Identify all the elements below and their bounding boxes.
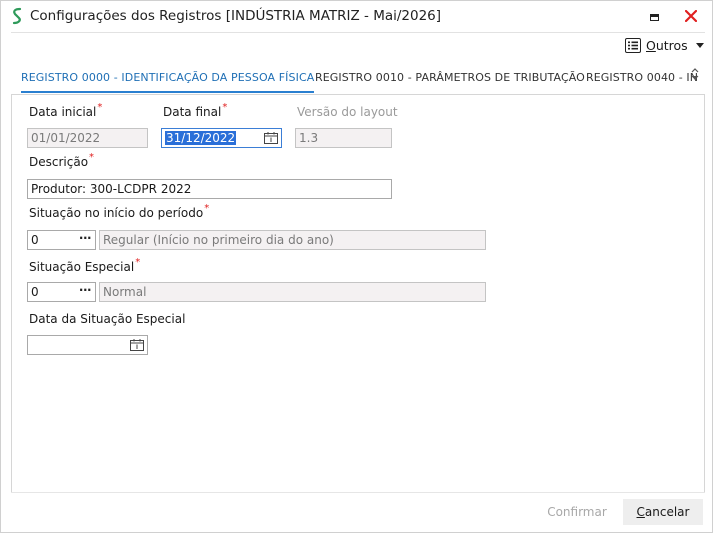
data-situacao-especial-field[interactable] (27, 335, 148, 355)
required-marker: * (97, 102, 103, 113)
situacao-especial-code-field[interactable]: 0 ··· (27, 282, 96, 302)
outros-menu-button[interactable]: Outros (625, 35, 704, 55)
outros-label: Outros (646, 37, 688, 53)
versao-layout-field: 1.3 (295, 128, 392, 148)
cancel-button[interactable]: Cancelar (623, 499, 703, 525)
situacao-especial-label: Situação Especial* (29, 257, 141, 274)
list-icon (625, 37, 641, 53)
situacao-especial-description: Normal (99, 282, 486, 302)
tab-registro-0040[interactable]: REGISTRO 0040 - IN (586, 63, 698, 93)
situacao-inicio-label: Situação no início do período* (29, 203, 210, 220)
tab-bar: REGISTRO 0000 - IDENTIFICAÇÃO DA PESSOA … (11, 63, 705, 93)
required-marker: * (222, 102, 228, 113)
descricao-label: Descrição* (29, 152, 95, 169)
tab-registro-0000[interactable]: REGISTRO 0000 - IDENTIFICAÇÃO DA PESSOA … (21, 63, 315, 93)
data-final-field[interactable]: 31/12/2022 (161, 128, 282, 148)
window-title: Configurações dos Registros [INDÚSTRIA M… (30, 8, 442, 24)
footer-divider (11, 492, 705, 493)
title-bar: Configurações dos Registros [INDÚSTRIA M… (1, 1, 712, 31)
toolbar-divider (11, 32, 705, 33)
minimize-icon (650, 14, 659, 21)
calendar-icon[interactable] (130, 339, 144, 351)
required-marker: * (135, 257, 141, 268)
form-panel: Data inicial* Data final* Versão do layo… (11, 94, 705, 493)
close-button[interactable] (676, 3, 706, 29)
data-inicial-field[interactable]: 01/01/2022 (27, 128, 148, 148)
tab-registro-0010[interactable]: REGISTRO 0010 - PARÂMETROS DE TRIBUTAÇÃO (315, 63, 585, 93)
chevron-down-icon (695, 42, 704, 48)
situacao-especial-lookup-button[interactable]: ··· (76, 283, 94, 301)
required-marker: * (204, 203, 210, 214)
data-situacao-especial-label: Data da Situação Especial (29, 312, 186, 326)
descricao-field[interactable]: Produtor: 300-LCDPR 2022 (27, 179, 392, 199)
required-marker: * (89, 152, 95, 163)
app-logo-icon (12, 7, 22, 25)
dialog-window: Configurações dos Registros [INDÚSTRIA M… (0, 0, 713, 533)
minimize-button[interactable] (642, 3, 668, 29)
confirm-button[interactable]: Confirmar (537, 499, 617, 525)
close-icon (685, 10, 697, 22)
situacao-inicio-code-field[interactable]: 0 ··· (27, 230, 96, 250)
versao-layout-label: Versão do layout (297, 105, 398, 119)
situacao-inicio-lookup-button[interactable]: ··· (76, 231, 94, 249)
data-inicial-label: Data inicial* (29, 102, 103, 119)
tab-scroll-icon[interactable] (690, 67, 700, 81)
calendar-icon[interactable] (264, 132, 278, 144)
data-final-label: Data final* (163, 102, 228, 119)
situacao-inicio-description: Regular (Início no primeiro dia do ano) (99, 230, 486, 250)
